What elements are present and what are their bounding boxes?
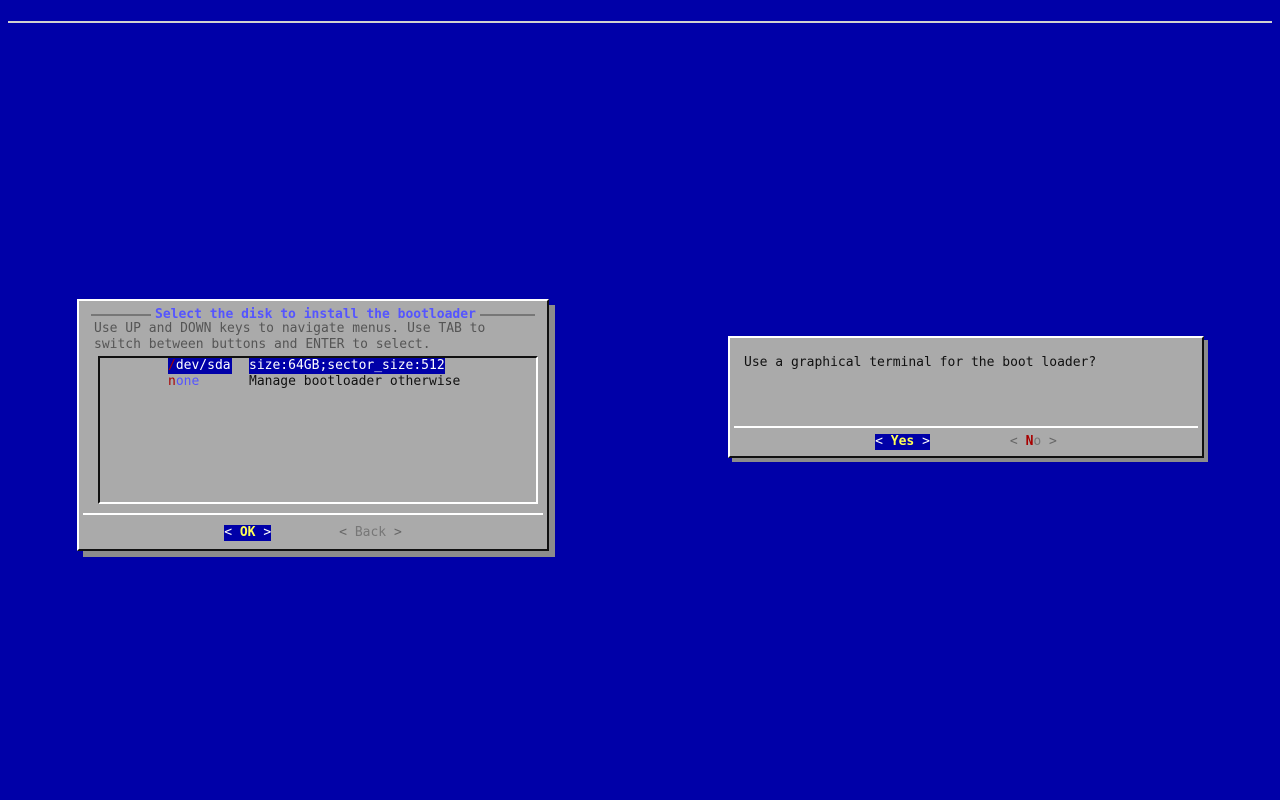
disk-tag: /dev/sda [168, 358, 232, 374]
no-button[interactable]: < No > [1010, 434, 1057, 450]
button-bar-separator [83, 513, 543, 515]
disk-tag-hotkey: / [168, 358, 176, 373]
disk-tag-hotkey: n [168, 374, 176, 389]
disk-list[interactable]: /dev/sda size:64GB;sector_size:512 none … [98, 356, 538, 504]
yes-button[interactable]: < Yes > [875, 434, 930, 450]
top-separator-rule [8, 21, 1272, 23]
bracket-right: > [393, 525, 402, 540]
disk-tag-rest: one [175, 374, 200, 389]
dialog-shadow-bottom [83, 551, 555, 557]
dialog-button-bar: < OK > < Back > [79, 525, 547, 541]
dialog-frame: Use a graphical terminal for the boot lo… [728, 336, 1204, 458]
title-rule-left [91, 314, 151, 316]
disk-tag: none [168, 374, 232, 390]
button-bar-separator [734, 426, 1198, 428]
list-item[interactable]: none Manage bootloader otherwise [100, 374, 536, 390]
bracket-right: > [263, 525, 272, 540]
bracket-left: < [224, 525, 233, 540]
title-rule-right [479, 314, 535, 316]
dialog-instructions: Use UP and DOWN keys to navigate menus. … [94, 321, 486, 352]
bracket-left: < [1009, 434, 1018, 449]
list-item[interactable]: /dev/sda size:64GB;sector_size:512 [100, 358, 536, 374]
dialog-message: Use a graphical terminal for the boot lo… [744, 355, 1097, 370]
dialog-shadow-right [549, 305, 555, 557]
bracket-right: > [922, 434, 930, 449]
back-button[interactable]: < Back > [339, 525, 402, 541]
back-button-label: Back [354, 525, 387, 540]
bracket-left: < [339, 525, 347, 540]
dialog-select-disk: Select the disk to install the bootloade… [77, 299, 555, 557]
dialog-button-bar: < Yes > < No > [730, 434, 1202, 450]
bracket-right: > [1049, 434, 1057, 449]
dialog-graphical-terminal: Use a graphical terminal for the boot lo… [728, 336, 1208, 462]
yes-button-label: Yes [890, 434, 915, 449]
dialog-frame: Select the disk to install the bootloade… [77, 299, 549, 551]
disk-description: Manage bootloader otherwise [249, 374, 461, 389]
disk-tag-rest: dev/sda [175, 358, 231, 373]
ok-button[interactable]: < OK > [224, 525, 272, 541]
disk-description: size:64GB;sector_size:512 [249, 358, 445, 374]
dialog-shadow-bottom [732, 458, 1208, 462]
page-title: Select the disk to install the bootloade… [155, 307, 476, 322]
dialog-shadow-right [1204, 340, 1208, 462]
bracket-left: < [875, 434, 883, 449]
ok-button-label: OK [239, 525, 256, 540]
